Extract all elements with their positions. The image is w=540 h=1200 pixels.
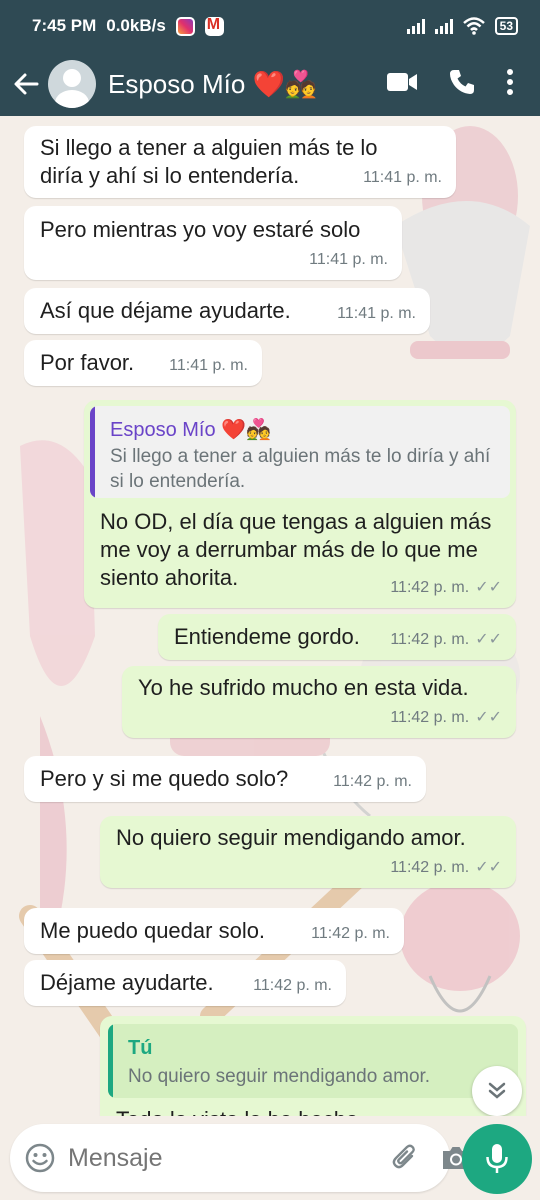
voice-call-icon[interactable] [448,68,476,101]
message-meta: 11:42 p. m. ✓✓ [390,854,502,882]
quoted-message[interactable]: Esposo Mío ❤️💑 Si llego a tener a alguie… [90,406,510,498]
attach-icon[interactable] [390,1138,420,1178]
message-time: 11:42 p. m. [311,925,390,942]
message-bubble-incoming[interactable]: Pero y si me quedo solo? 11:42 p. m. [24,756,426,802]
contact-name[interactable]: Esposo Mío ❤️💑 [108,69,386,100]
message-time: 11:42 p. m. [390,709,470,726]
message-text: Así que déjame ayudarte. [40,298,291,323]
quoted-text: Si llego a tener a alguien más te lo dir… [110,446,491,492]
message-bubble-outgoing[interactable]: Tú No quiero seguir mendigando amor. Tod… [100,1016,526,1116]
message-text: Pero y si me quedo solo? [40,766,289,791]
quote-bar [90,406,95,498]
read-ticks-icon: ✓✓ [475,859,502,876]
gmail-icon [204,16,224,36]
quoted-message[interactable]: Tú No quiero seguir mendigando amor. [108,1024,518,1098]
message-time: 11:42 p. m. [253,977,332,994]
message-time: 11:42 p. m. [390,859,470,876]
network-speed: 0.0kB/s [106,16,166,35]
mic-button[interactable] [462,1124,532,1194]
message-text: Todo lo visto lo he hecho... [116,1106,377,1116]
message-bubble-incoming[interactable]: Me puedo quedar solo. 11:42 p. m. [24,908,404,954]
message-bubble-incoming[interactable]: Déjame ayudarte. 11:42 p. m. [24,960,346,1006]
message-time: 11:41 p. m. [337,305,416,322]
quote-bar [108,1024,113,1098]
chevron-down-icon [488,1082,506,1099]
message-text: Por favor. [40,350,135,375]
read-ticks-icon: ✓✓ [475,709,502,726]
message-time: 11:42 p. m. [333,773,412,790]
video-call-icon[interactable] [386,71,418,98]
chat-header: Esposo Mío ❤️💑 [0,52,540,116]
status-bar: 7:45 PM 0.0kB/s 53 [0,0,540,52]
message-text: Entiendeme gordo. [174,624,360,649]
message-meta: 11:42 p. m. ✓✓ [390,626,502,654]
message-bubble-incoming[interactable]: Si llego a tener a alguien más te lo dir… [24,126,456,198]
status-time: 7:45 PM [32,16,97,35]
message-time: 11:42 p. m. [390,579,470,596]
read-ticks-icon: ✓✓ [475,579,502,596]
message-bubble-incoming[interactable]: Por favor. 11:41 p. m. [24,340,262,386]
message-text: Pero mientras yo voy estaré solo [40,217,361,242]
more-options-icon[interactable] [506,68,514,101]
message-text: Me puedo quedar solo. [40,918,266,943]
back-arrow-icon[interactable] [4,62,48,106]
quoted-author: Esposo Mío ❤️💑 [110,419,271,441]
scroll-to-bottom-button[interactable] [472,1066,522,1116]
message-bubble-incoming[interactable]: Así que déjame ayudarte. 11:41 p. m. [24,288,430,334]
message-text: Yo he sufrido mucho en esta vida. [138,675,469,700]
battery-icon: 53 [494,17,518,35]
message-time: 11:41 p. m. [169,357,248,374]
message-time: 11:41 p. m. [363,169,442,186]
message-text: No quiero seguir mendigando amor. [116,825,466,850]
chat-area[interactable]: Si llego a tener a alguien más te lo dir… [0,116,540,1116]
message-bubble-outgoing[interactable]: Esposo Mío ❤️💑 Si llego a tener a alguie… [84,400,516,608]
message-meta: 11:42 p. m. ✓✓ [390,574,502,602]
instagram-icon [175,16,195,36]
mic-icon [486,1144,508,1173]
signal-icon [434,18,453,34]
message-composer [0,1116,540,1200]
message-time: 11:42 p. m. [390,631,470,648]
message-input[interactable] [68,1143,390,1173]
message-text: Si llego a tener a alguien más te lo dir… [40,135,378,188]
message-bubble-outgoing[interactable]: No quiero seguir mendigando amor. 11:42 … [100,816,516,888]
signal-icon [406,18,425,34]
message-text: Déjame ayudarte. [40,970,214,995]
emoji-icon[interactable] [24,1140,56,1176]
message-bubble-outgoing[interactable]: Entiendeme gordo. 11:42 p. m. ✓✓ [158,614,516,660]
wifi-icon [462,17,485,35]
quoted-author: Tú [128,1037,153,1059]
message-input-box[interactable] [10,1124,469,1192]
message-time: 11:41 p. m. [309,251,388,268]
message-meta: 11:42 p. m. ✓✓ [390,704,502,732]
message-bubble-outgoing[interactable]: Yo he sufrido mucho en esta vida. 11:42 … [122,666,516,738]
avatar[interactable] [48,60,96,108]
quoted-text: No quiero seguir mendigando amor. [128,1066,431,1087]
read-ticks-icon: ✓✓ [475,631,502,648]
message-bubble-incoming[interactable]: Pero mientras yo voy estaré solo 11:41 p… [24,206,402,280]
